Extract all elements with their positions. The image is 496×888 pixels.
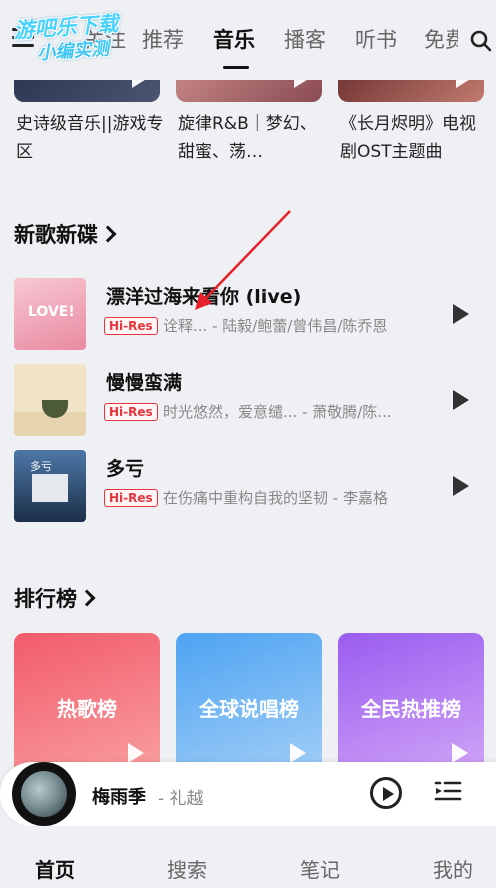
- chart-card-rap[interactable]: 全球说唱榜: [176, 633, 322, 783]
- tab-audiobook[interactable]: 听书: [355, 24, 397, 54]
- hires-badge: Hi-Res: [104, 489, 158, 507]
- song-row[interactable]: LOVE! 漂洋过海来看你 (live) Hi-Res 诠释... - 陆毅/鲍…: [0, 274, 496, 350]
- watermark-line-2: 小编实测: [36, 38, 110, 65]
- play-icon[interactable]: [453, 304, 469, 324]
- song-title: 漂洋过海来看你 (live): [106, 286, 302, 308]
- new-songs-title-text: 新歌新碟: [14, 223, 98, 247]
- chart-card-recommend[interactable]: 全民热推榜: [338, 633, 484, 783]
- hires-badge: Hi-Res: [104, 317, 158, 335]
- new-songs-section-title[interactable]: 新歌新碟: [14, 219, 117, 249]
- hires-badge: Hi-Res: [104, 403, 158, 421]
- song-row[interactable]: 慢慢蛮满 Hi-Res 时光悠然，爱意缱... - 萧敬腾/陈...: [0, 360, 496, 436]
- charts-title-text: 排行榜: [14, 587, 77, 611]
- tab-recommend[interactable]: 推荐: [142, 24, 184, 54]
- now-playing-title: 梅雨季: [92, 787, 146, 808]
- bottom-nav: 首页 搜索 笔记 我的: [0, 826, 496, 888]
- song-title: 慢慢蛮满: [106, 372, 183, 394]
- play-icon: [383, 787, 394, 801]
- song-row[interactable]: 多亏 多亏 Hi-Res 在伤痛中重构自我的坚韧 - 李嘉格: [0, 446, 496, 522]
- top-tab-bar: 游吧乐下载 小编实测 关注 推荐 音乐 播客 听书 免费: [0, 0, 496, 80]
- chart-card-label: 热歌榜: [57, 697, 117, 721]
- nav-mine[interactable]: 我的: [433, 854, 473, 883]
- play-icon: [290, 743, 306, 763]
- nav-home[interactable]: 首页: [35, 854, 75, 883]
- watermark: 游吧乐下载 小编实测: [12, 5, 155, 65]
- song-subtitle: 时光悠然，爱意缱... - 萧敬腾/陈...: [163, 403, 392, 421]
- chart-card-label: 全民热推榜: [361, 697, 461, 721]
- playlist-queue-icon[interactable]: [434, 780, 462, 806]
- chevron-right-icon: [78, 589, 96, 607]
- song-title: 多亏: [106, 458, 145, 480]
- now-playing-cover[interactable]: [12, 762, 76, 826]
- active-tab-indicator: [223, 66, 249, 69]
- tab-podcast[interactable]: 播客: [284, 24, 326, 54]
- album-cover: [14, 364, 86, 436]
- playlist-title[interactable]: 《长月烬明》电视剧OST主题曲: [340, 110, 490, 166]
- play-icon[interactable]: [453, 476, 469, 496]
- mini-player[interactable]: 梅雨季 - 礼越: [0, 762, 496, 826]
- chevron-right-icon: [99, 225, 117, 243]
- chart-card-label: 全球说唱榜: [199, 697, 299, 721]
- tab-music[interactable]: 音乐: [213, 24, 255, 54]
- album-cover-text: LOVE!: [28, 304, 75, 320]
- playlist-title[interactable]: 旋律R&B｜梦幻、甜蜜、荡…: [178, 110, 328, 166]
- album-cover-text: 多亏: [30, 460, 52, 473]
- album-cover: LOVE!: [14, 278, 86, 350]
- playlist-title[interactable]: 史诗级音乐||游戏专区: [16, 110, 166, 166]
- album-cover: 多亏: [14, 450, 86, 522]
- play-icon[interactable]: [453, 390, 469, 410]
- nav-search[interactable]: 搜索: [167, 854, 207, 883]
- play-pause-button[interactable]: [370, 777, 402, 809]
- play-icon: [128, 743, 144, 763]
- now-playing-artist: - 礼越: [158, 789, 204, 809]
- chart-card-hot[interactable]: 热歌榜: [14, 633, 160, 783]
- play-icon: [452, 743, 468, 763]
- song-subtitle: 在伤痛中重构自我的坚韧 - 李嘉格: [163, 489, 388, 507]
- nav-notes[interactable]: 笔记: [300, 854, 340, 883]
- charts-section-title[interactable]: 排行榜: [14, 583, 96, 613]
- song-subtitle: 诠释... - 陆毅/鲍蕾/曾伟昌/陈乔恩: [163, 317, 388, 335]
- search-icon[interactable]: [470, 30, 492, 52]
- tab-free[interactable]: 免费: [424, 24, 458, 54]
